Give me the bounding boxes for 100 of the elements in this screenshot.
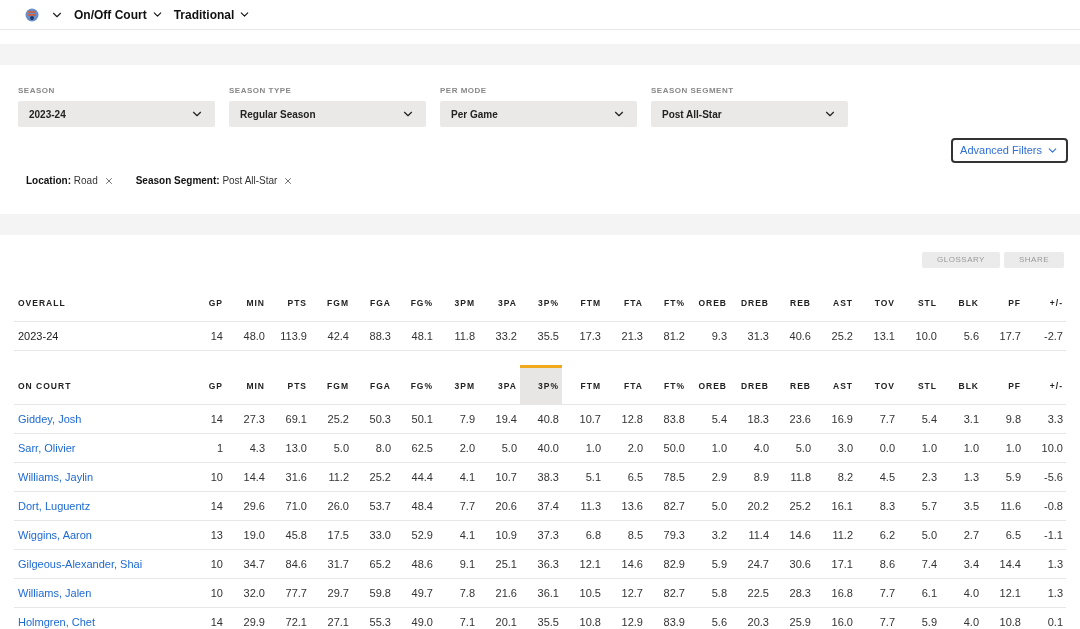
table-cell-text: 5.0 — [333, 440, 350, 456]
column-header[interactable]: PTS — [268, 365, 310, 405]
column-header[interactable]: FT% — [646, 282, 688, 322]
close-icon[interactable] — [103, 175, 114, 186]
column-header[interactable]: FGA — [352, 365, 394, 405]
column-header[interactable]: REB — [772, 282, 814, 322]
table-cell-text: 11.8 — [454, 328, 476, 344]
player-link[interactable]: Gilgeous-Alexander, Shai — [14, 555, 143, 573]
column-header[interactable]: GP — [184, 282, 226, 322]
table-cell-text: 14 — [210, 328, 224, 344]
column-header[interactable]: DREB — [730, 282, 772, 322]
column-header[interactable]: PF — [982, 282, 1024, 322]
column-header[interactable]: BLK — [940, 365, 982, 405]
player-link[interactable]: Holmgren, Chet — [14, 613, 96, 629]
column-header[interactable]: 3P% — [520, 282, 562, 322]
column-header[interactable]: 3P% — [520, 365, 562, 405]
table-cell-text: 81.2 — [663, 328, 686, 344]
table-cell-text: 37.3 — [537, 527, 560, 543]
player-link[interactable]: Williams, Jalen — [14, 584, 92, 602]
player-link[interactable]: Sarr, Olivier — [14, 439, 76, 457]
column-header[interactable]: REB — [772, 365, 814, 405]
nav-dropdown[interactable]: On/Off Court — [74, 5, 164, 24]
column-header[interactable]: STL — [898, 282, 940, 322]
table-cell-text: 10.9 — [495, 527, 518, 543]
table-cell-text: 12.7 — [621, 585, 644, 601]
column-header[interactable]: AST — [814, 365, 856, 405]
table-cell-text: 1.0 — [921, 440, 938, 456]
nav-dropdown[interactable]: Traditional — [173, 5, 252, 24]
column-header[interactable]: OREB — [688, 282, 730, 322]
table-cell-text: 10 — [210, 585, 224, 601]
column-header[interactable]: 3PM — [436, 282, 478, 322]
select-dropdown[interactable]: Post All-Star — [651, 101, 848, 127]
table-cell-text: 48.4 — [411, 498, 434, 514]
table-cell-text: 8.9 — [753, 469, 770, 485]
table-cell-text: 5.0 — [711, 498, 728, 514]
player-link[interactable]: Wiggins, Aaron — [14, 526, 92, 544]
field-label: PER MODE — [440, 85, 488, 97]
select-dropdown[interactable]: Per Game — [440, 101, 637, 127]
column-header[interactable]: FTA — [604, 282, 646, 322]
column-header[interactable]: FG% — [394, 365, 436, 405]
column-header[interactable]: 3PA — [478, 282, 520, 322]
table-cell-text: 10.5 — [579, 585, 602, 601]
column-header[interactable]: FTA — [604, 365, 646, 405]
table-cell-text: 16.8 — [831, 585, 854, 601]
advanced-filters-button[interactable]: Advanced Filters — [951, 138, 1068, 163]
table-cell-text: 8.6 — [879, 556, 896, 572]
column-header[interactable]: OREB — [688, 365, 730, 405]
player-link[interactable]: Williams, Jaylin — [14, 468, 94, 486]
column-header[interactable]: STL — [898, 365, 940, 405]
column-header[interactable]: FT% — [646, 365, 688, 405]
table-cell-text: 45.8 — [285, 527, 308, 543]
field-label: SEASON — [18, 85, 56, 97]
column-header[interactable]: FTM — [562, 282, 604, 322]
table-cell-text: 11.3 — [580, 498, 602, 514]
column-header[interactable]: BLK — [940, 282, 982, 322]
column-header[interactable]: FGM — [310, 282, 352, 322]
table-cell-text: 5.1 — [585, 469, 602, 485]
column-header[interactable]: TOV — [856, 365, 898, 405]
column-header[interactable]: AST — [814, 282, 856, 322]
column-header[interactable]: PF — [982, 365, 1024, 405]
column-header[interactable]: FG% — [394, 282, 436, 322]
column-header[interactable]: FGA — [352, 282, 394, 322]
team-logo-icon[interactable] — [24, 6, 40, 23]
table-cell-text: 16.9 — [831, 411, 854, 427]
table-cell-text: 13.6 — [621, 498, 644, 514]
table-cell-text: 82.7 — [663, 585, 686, 601]
table-cell-text: 30.6 — [789, 556, 812, 572]
table-cell-text: 20.2 — [747, 498, 770, 514]
column-header[interactable]: OVERALL — [14, 282, 184, 322]
close-icon[interactable] — [283, 175, 294, 186]
select-dropdown[interactable]: Regular Season — [229, 101, 426, 127]
table-cell-text: 14 — [210, 614, 224, 629]
player-link[interactable]: Dort, Luguentz — [14, 497, 91, 515]
column-header[interactable]: MIN — [226, 365, 268, 405]
column-header[interactable]: GP — [184, 365, 226, 405]
column-header[interactable]: 3PA — [478, 365, 520, 405]
column-header[interactable]: ON COURT — [14, 365, 184, 405]
table-cell-text: 5.9 — [711, 556, 728, 572]
table-cell-text: 50.3 — [369, 411, 392, 427]
column-header[interactable]: +/- — [1024, 365, 1066, 405]
table-cell-text: 4.5 — [879, 469, 896, 485]
table-cell-text: 1.0 — [711, 440, 728, 456]
select-dropdown[interactable]: 2023-24 — [18, 101, 215, 127]
player-link[interactable]: Giddey, Josh — [14, 410, 82, 428]
table-cell-text: 40.0 — [537, 440, 560, 456]
table-cell-text: 69.1 — [285, 411, 308, 427]
column-header[interactable]: MIN — [226, 282, 268, 322]
filter-tag: Season Segment: Post All-Star — [135, 173, 278, 188]
column-header[interactable]: FTM — [562, 365, 604, 405]
column-header[interactable]: +/- — [1024, 282, 1066, 322]
column-header[interactable]: DREB — [730, 365, 772, 405]
column-header[interactable]: 3PM — [436, 365, 478, 405]
table-cell-text: 49.0 — [411, 614, 434, 629]
table-cell-text: 4.3 — [249, 440, 266, 456]
table-cell-text: 83.8 — [663, 411, 686, 427]
table-cell-text: 4.1 — [459, 527, 476, 543]
column-header[interactable]: PTS — [268, 282, 310, 322]
table-cell-text: 5.4 — [921, 411, 938, 427]
column-header[interactable]: TOV — [856, 282, 898, 322]
column-header[interactable]: FGM — [310, 365, 352, 405]
